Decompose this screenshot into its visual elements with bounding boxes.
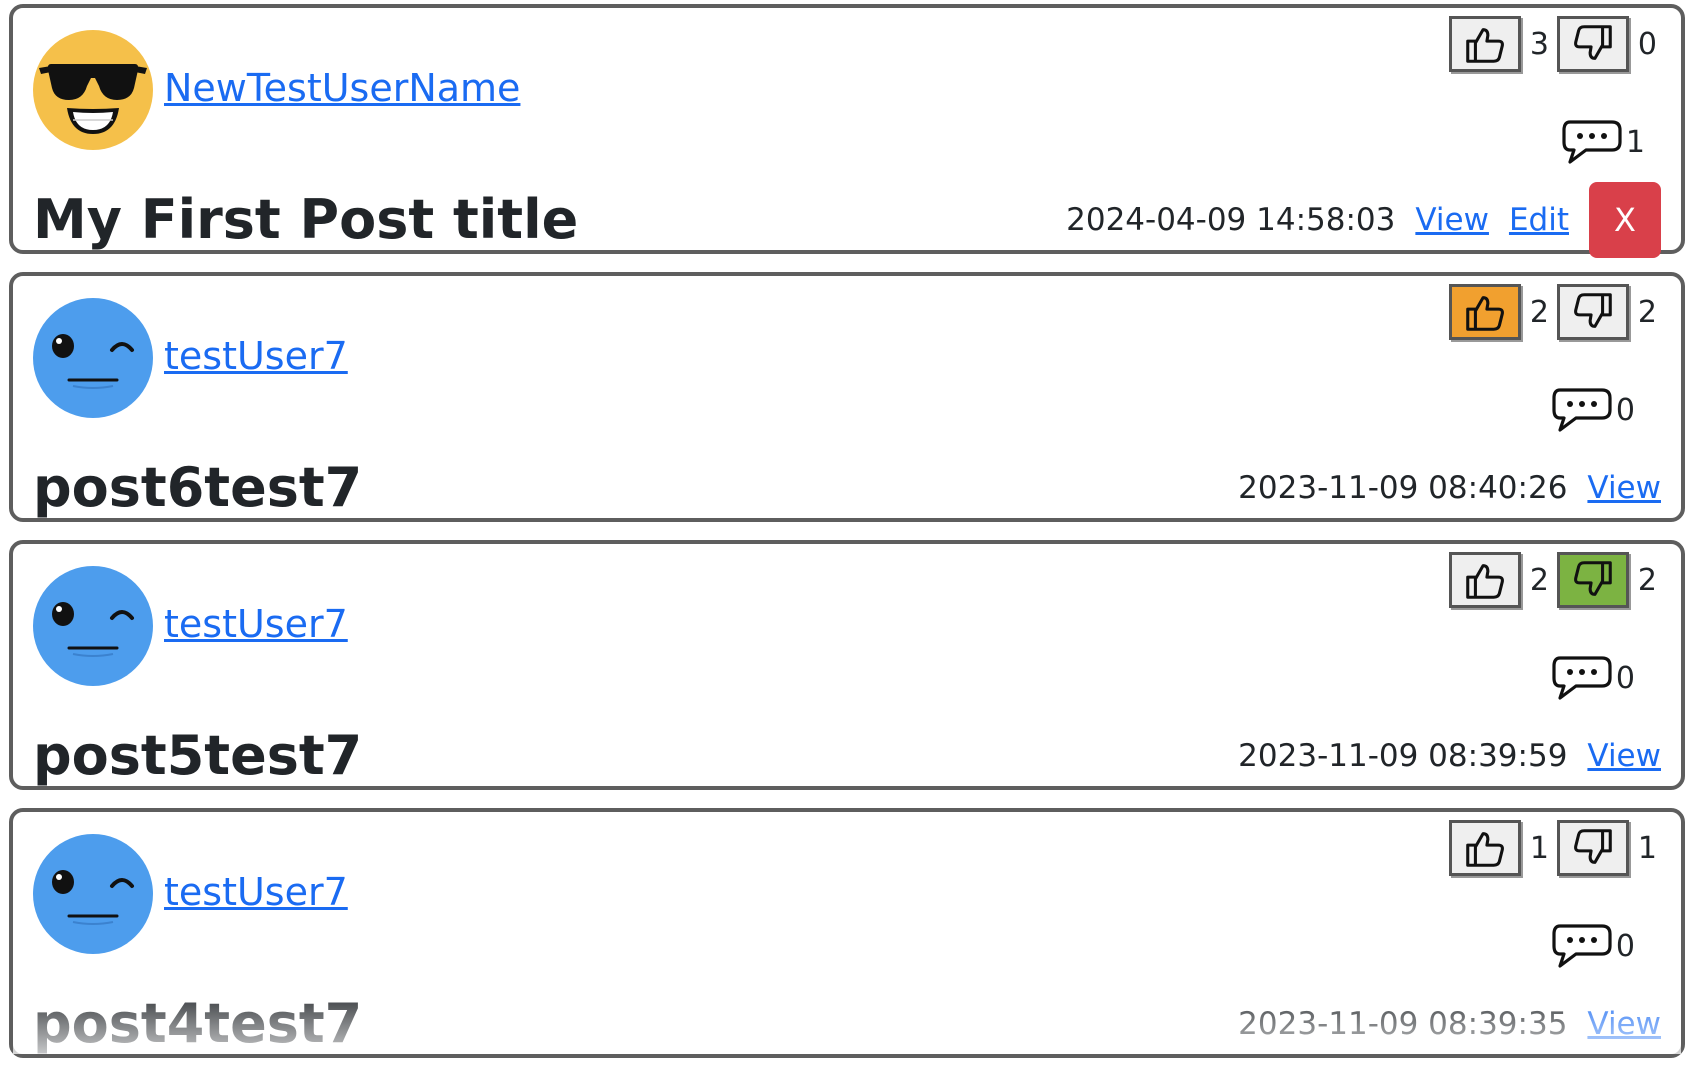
comment-count: 1 — [1625, 124, 1645, 160]
vote-controls: 3 0 — [1448, 16, 1665, 72]
winking-face-icon[interactable] — [33, 834, 153, 954]
post-timestamp: 2023-11-09 08:40:26 — [1238, 470, 1568, 506]
comment-count: 0 — [1615, 928, 1635, 964]
like-count: 2 — [1529, 294, 1549, 330]
post-card: testUser7 2 2 0 post6test7 2023-11-09 08… — [9, 272, 1685, 522]
thumbs-up-icon — [1466, 296, 1504, 331]
comment-bubble-icon — [1550, 384, 1614, 436]
dislike-count: 0 — [1637, 26, 1657, 62]
thumbs-up-icon — [1466, 564, 1504, 599]
author-link[interactable]: testUser7 — [164, 868, 348, 916]
thumbs-down-icon — [1573, 293, 1612, 328]
like-count: 1 — [1529, 830, 1549, 866]
dislike-count: 1 — [1637, 830, 1657, 866]
dislike-button[interactable] — [1556, 284, 1629, 340]
vote-controls: 2 2 — [1448, 284, 1665, 340]
edit-link[interactable]: Edit — [1509, 202, 1569, 238]
comment-bubble-icon — [1550, 920, 1614, 972]
post-title[interactable]: post5test7 — [33, 724, 362, 788]
like-count: 2 — [1529, 562, 1549, 598]
comment-count: 0 — [1615, 660, 1635, 696]
view-link[interactable]: View — [1587, 738, 1661, 774]
post-title[interactable]: post6test7 — [33, 456, 362, 520]
post-timestamp: 2023-11-09 08:39:35 — [1238, 1006, 1568, 1042]
view-link[interactable]: View — [1587, 1006, 1661, 1042]
author-link[interactable]: testUser7 — [164, 332, 348, 380]
vote-controls: 2 2 — [1448, 552, 1665, 608]
post-card: testUser7 2 2 0 post5test7 2023-11-09 08… — [9, 540, 1685, 790]
thumbs-down-icon — [1573, 829, 1612, 864]
comment-counter[interactable]: 0 — [1550, 384, 1635, 436]
post-meta: 2023-11-09 08:39:35 View — [1238, 992, 1661, 1056]
dislike-count: 2 — [1637, 294, 1657, 330]
post-timestamp: 2024-04-09 14:58:03 — [1066, 202, 1396, 238]
winking-face-icon[interactable] — [33, 298, 153, 418]
post-card: testUser7 1 1 0 post4test7 2023-11-09 08… — [9, 808, 1685, 1058]
post-title[interactable]: post4test7 — [33, 992, 362, 1056]
view-link[interactable]: View — [1587, 470, 1661, 506]
thumbs-down-icon — [1573, 25, 1612, 60]
author-link[interactable]: testUser7 — [164, 600, 348, 648]
comment-bubble-icon — [1560, 116, 1624, 168]
dislike-count: 2 — [1637, 562, 1657, 598]
like-count: 3 — [1529, 26, 1549, 62]
sunglasses-face-icon[interactable] — [33, 30, 153, 150]
view-link[interactable]: View — [1415, 202, 1489, 238]
like-button[interactable] — [1448, 16, 1521, 72]
post-meta: 2024-04-09 14:58:03 View Edit X — [1066, 182, 1661, 258]
post-card: NewTestUserName 3 0 1 My First Post titl… — [9, 4, 1685, 258]
thumbs-down-icon — [1573, 561, 1612, 596]
post-meta: 2023-11-09 08:40:26 View — [1238, 456, 1661, 520]
comment-count: 0 — [1615, 392, 1635, 428]
author-link[interactable]: NewTestUserName — [164, 64, 520, 112]
thumbs-up-icon — [1466, 28, 1504, 63]
vote-controls: 1 1 — [1448, 820, 1665, 876]
thumbs-up-icon — [1466, 832, 1504, 867]
comment-counter[interactable]: 1 — [1560, 116, 1645, 168]
winking-face-icon[interactable] — [33, 566, 153, 686]
like-button[interactable] — [1448, 284, 1521, 340]
post-title[interactable]: My First Post title — [33, 188, 578, 252]
comment-counter[interactable]: 0 — [1550, 652, 1635, 704]
like-button[interactable] — [1448, 552, 1521, 608]
comment-counter[interactable]: 0 — [1550, 920, 1635, 972]
delete-button[interactable]: X — [1589, 182, 1661, 258]
like-button[interactable] — [1448, 820, 1521, 876]
dislike-button[interactable] — [1556, 552, 1629, 608]
comment-bubble-icon — [1550, 652, 1614, 704]
post-feed: NewTestUserName 3 0 1 My First Post titl… — [0, 0, 1694, 1072]
post-meta: 2023-11-09 08:39:59 View — [1238, 724, 1661, 788]
dislike-button[interactable] — [1556, 820, 1629, 876]
dislike-button[interactable] — [1556, 16, 1629, 72]
post-timestamp: 2023-11-09 08:39:59 — [1238, 738, 1568, 774]
